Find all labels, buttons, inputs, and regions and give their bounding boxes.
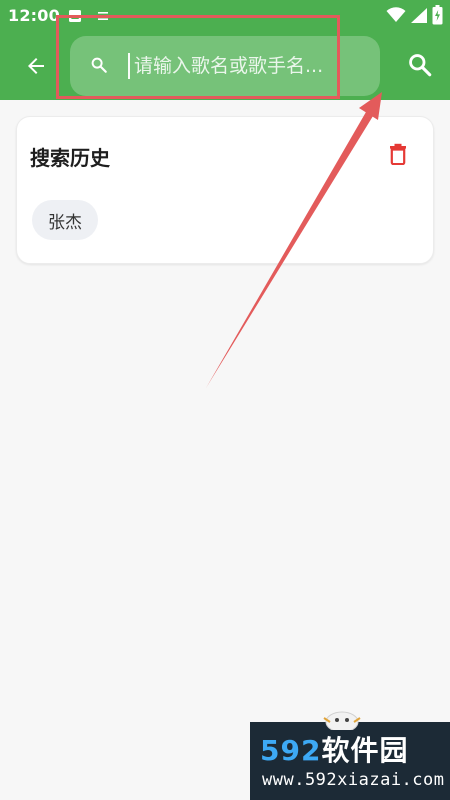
search-icon [409, 54, 432, 77]
trash-icon [390, 143, 406, 165]
text-cursor [128, 53, 130, 79]
search-input[interactable] [134, 44, 370, 88]
watermark-url: www.592xiazai.com [262, 770, 445, 790]
search-history-title: 搜索历史 [30, 146, 110, 170]
back-button[interactable] [18, 48, 54, 84]
battery-charging-icon [432, 5, 443, 29]
status-time: 12:00 [8, 6, 60, 25]
watermark-brand: 592软件园 [260, 729, 408, 769]
search-icon [90, 56, 108, 78]
notification-image-icon [68, 8, 82, 27]
search-button[interactable] [402, 47, 438, 83]
history-item-chip[interactable]: 张杰 [32, 200, 98, 240]
mascot-icon [323, 711, 361, 730]
arrow-left-icon [28, 58, 44, 74]
watermark-brand-number: 592 [260, 734, 322, 767]
watermark-brand-text: 软件园 [321, 734, 409, 767]
history-item-label: 张杰 [48, 212, 82, 233]
clear-history-button[interactable] [384, 140, 412, 168]
search-history-card [16, 116, 434, 264]
status-bar: 12:00 [0, 0, 450, 32]
cell-signal-icon [410, 7, 428, 28]
notification-text-icon [96, 8, 110, 27]
wifi-icon [386, 7, 406, 27]
